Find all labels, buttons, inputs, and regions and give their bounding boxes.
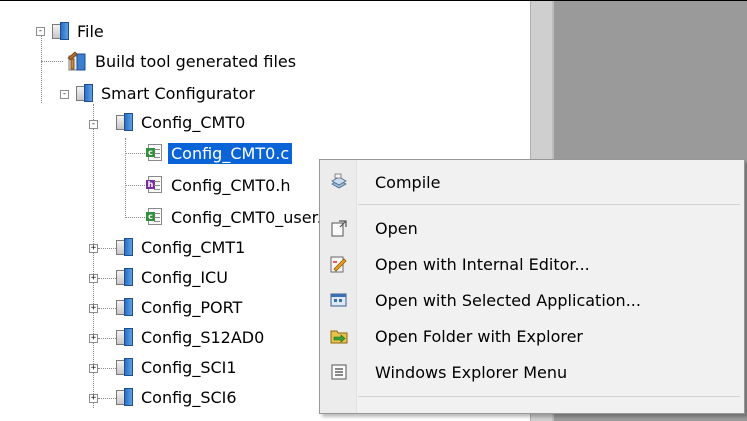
menu-item-compile[interactable]: Compile (320, 165, 744, 199)
internal-editor-icon (329, 254, 349, 274)
tree-node-file[interactable]: File (50, 18, 107, 44)
tree-node-label: Config_CMT0_user.c (171, 207, 331, 227)
menu-item-open-folder-explorer[interactable]: Open Folder with Explorer (320, 319, 744, 353)
tree-node-label: Config_S12AD0 (141, 327, 265, 347)
tree-line (41, 61, 63, 62)
expand-toggle[interactable]: + (89, 274, 98, 283)
tree-node-config-port[interactable]: Config_PORT (114, 294, 245, 320)
selected-application-icon (329, 290, 349, 310)
menu-item-windows-explorer-menu[interactable]: Windows Explorer Menu (320, 355, 744, 389)
collapse-toggle[interactable]: - (89, 120, 98, 129)
folder-icon (114, 387, 134, 407)
collapse-toggle[interactable]: - (60, 90, 69, 99)
tree-node-config-cmt0-h[interactable]: h Config_CMT0.h (146, 172, 294, 198)
menu-item-label: Open (375, 218, 418, 238)
tree-node-label-selected: Config_CMT0.c (166, 141, 294, 165)
expand-toggle[interactable]: + (89, 244, 98, 253)
tree-node-label: File (77, 21, 104, 41)
folder-icon (114, 267, 134, 287)
tree-node-smart-configurator[interactable]: Smart Configurator (74, 80, 258, 106)
tree-node-config-cmt0-user-c[interactable]: c Config_CMT0_user.c (146, 204, 334, 230)
tree-node-config-cmt0-c[interactable]: c Config_CMT0.c (146, 140, 294, 166)
tree-node-label: Config_CMT1 (141, 237, 246, 257)
header-file-icon: h (146, 175, 164, 195)
expand-toggle[interactable]: + (89, 364, 98, 373)
tree-line (125, 153, 145, 154)
tree-node-config-sci6[interactable]: Config_SCI6 (114, 384, 240, 410)
menu-item-label: Open with Selected Application... (375, 290, 641, 310)
tree-node-label: Config_ICU (141, 267, 228, 287)
menu-item-label: Open Folder with Explorer (375, 326, 583, 346)
folder-icon (114, 327, 134, 347)
explorer-menu-icon (329, 362, 349, 382)
tree-node-label: Config_SCI1 (141, 357, 237, 377)
collapse-toggle[interactable]: - (36, 27, 45, 36)
tree-node-config-cmt1[interactable]: Config_CMT1 (114, 234, 248, 260)
build-tool-icon (66, 50, 88, 72)
menu-item-open[interactable]: Open (320, 211, 744, 245)
tree-node-config-cmt0[interactable]: Config_CMT0 (114, 109, 248, 135)
menu-item-label: Open with Internal Editor... (375, 254, 590, 274)
expand-toggle[interactable]: + (89, 334, 98, 343)
open-icon (329, 218, 349, 238)
tree-node-config-sci1[interactable]: Config_SCI1 (114, 354, 240, 380)
expand-toggle[interactable]: + (89, 304, 98, 313)
c-source-file-icon: c (146, 143, 164, 163)
folder-icon (114, 297, 134, 317)
tree-node-label: Config_SCI6 (141, 387, 237, 407)
tree-line (125, 217, 145, 218)
menu-item-open-internal-editor[interactable]: Open with Internal Editor... (320, 247, 744, 281)
project-folder-icon (50, 21, 70, 41)
tree-node-label: Config_CMT0 (141, 112, 246, 132)
tree-node-label: Config_PORT (141, 297, 243, 317)
compile-icon (329, 172, 349, 192)
tree-node-config-s12ad0[interactable]: Config_S12AD0 (114, 324, 267, 350)
folder-icon (114, 237, 134, 257)
c-source-file-icon: c (146, 207, 164, 227)
tree-node-config-icu[interactable]: Config_ICU (114, 264, 231, 290)
menu-item-open-selected-application[interactable]: Open with Selected Application... (320, 283, 744, 317)
folder-icon (114, 112, 134, 132)
expand-toggle[interactable]: + (89, 394, 98, 403)
tree-node-label: Config_CMT0.h (171, 175, 291, 195)
tree-line (125, 138, 126, 218)
menu-item-label: Windows Explorer Menu (375, 362, 568, 382)
menu-separator (358, 204, 740, 205)
tree-line (41, 34, 42, 103)
tree-node-label: Build tool generated files (95, 51, 297, 71)
folder-icon (114, 357, 134, 377)
explorer-folder-icon (329, 326, 349, 346)
context-menu: Compile Open Open with Internal Editor..… (319, 159, 745, 414)
folder-icon (74, 83, 94, 103)
menu-separator (358, 396, 740, 397)
menu-item-label: Compile (375, 172, 441, 192)
tree-line (125, 185, 145, 186)
tree-node-build-tool-generated-files[interactable]: Build tool generated files (66, 48, 299, 74)
tree-node-label: Smart Configurator (101, 83, 255, 103)
